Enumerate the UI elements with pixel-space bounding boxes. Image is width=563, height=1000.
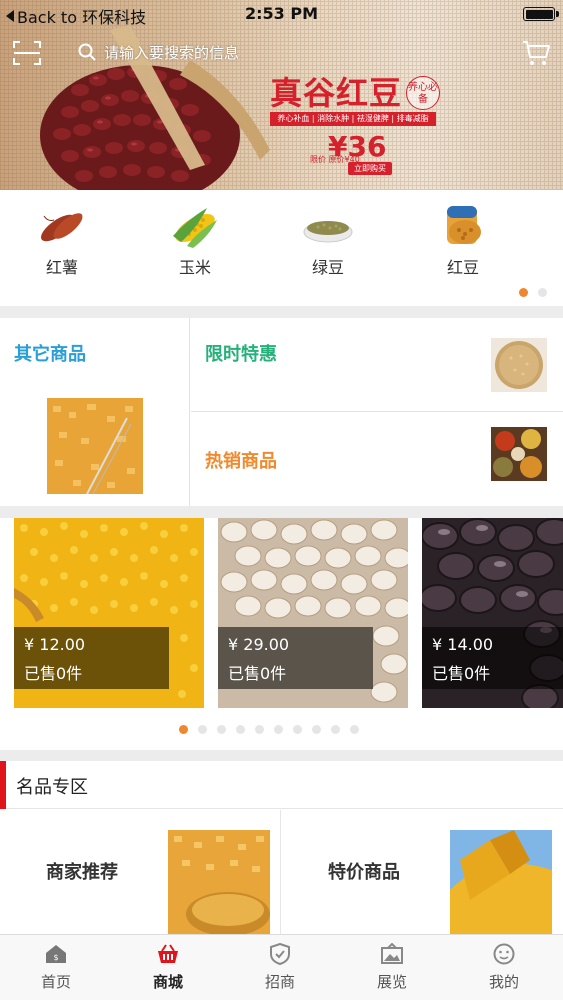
pager-dot[interactable] [255, 725, 264, 734]
tab-profile[interactable]: 我的 [448, 943, 560, 992]
pager-dot-active[interactable] [179, 725, 188, 734]
product-card[interactable]: ¥ 29.00 已售0件 [218, 518, 408, 708]
brand-zone-header: 名品专区 [0, 761, 563, 809]
bottom-tab-bar: $ 首页 商城 招商 展览 我的 [0, 934, 563, 1000]
tab-label: 招商 [264, 973, 295, 991]
tab-investment[interactable]: 招商 [224, 943, 336, 992]
millet-bowl-image [491, 338, 547, 392]
pager-dot[interactable] [293, 725, 302, 734]
shield-icon [270, 943, 290, 965]
promo-seal: 养心必备 [406, 76, 440, 110]
product-price: ¥ 29.00 [228, 635, 290, 654]
mung-bean-icon [303, 221, 353, 243]
pager-dot[interactable] [274, 725, 283, 734]
cracked-corn-image [47, 398, 143, 494]
tab-mall[interactable]: 商城 [112, 943, 224, 992]
promo-tags: 养心补血 | 消除水肿 | 祛湿健脾 | 排毒减脂 [270, 112, 436, 126]
corn-grits-image [168, 830, 270, 934]
pager-dot[interactable] [198, 725, 207, 734]
brand-zone-cards: 商家推荐 特价商品 [0, 810, 563, 934]
home-icon: $ [46, 945, 66, 963]
svg-text:$: $ [53, 953, 58, 962]
product-sold-count: 已售0件 [228, 664, 287, 683]
category-pager [519, 288, 547, 297]
special-offer-label: 特价商品 [328, 862, 400, 883]
scan-icon[interactable] [12, 40, 42, 66]
pager-dot[interactable] [236, 725, 245, 734]
pager-dot-active[interactable] [519, 288, 528, 297]
merchant-recommend-card[interactable]: 商家推荐 [0, 810, 281, 934]
product-price: ¥ 12.00 [24, 635, 86, 654]
category-red-bean[interactable]: 红豆 [418, 202, 508, 278]
brand-zone-accent-bar [0, 761, 6, 809]
category-label: 红豆 [446, 258, 479, 277]
product-sold-count: 已售0件 [24, 664, 83, 683]
product-card[interactable]: ¥ 14.00 已售0件 [422, 518, 563, 708]
search-placeholder: 请输入要搜索的信息 [104, 43, 240, 62]
exhibition-icon [381, 943, 403, 964]
cart-icon[interactable] [521, 38, 551, 68]
product-pager [179, 725, 359, 734]
tab-label: 商城 [152, 973, 183, 991]
hot-sale-title: 热销商品 [205, 451, 277, 472]
red-bean-icon [447, 206, 481, 244]
category-label: 玉米 [178, 258, 211, 277]
tab-home[interactable]: $ 首页 [0, 943, 112, 992]
category-label: 红薯 [45, 258, 78, 277]
promo-buy-button[interactable]: 立即购买 [348, 162, 392, 175]
grains-bowls-image [491, 427, 547, 481]
pager-dot[interactable] [331, 725, 340, 734]
section-divider [0, 306, 563, 318]
pager-dot[interactable] [350, 725, 359, 734]
pager-dot[interactable] [312, 725, 321, 734]
product-sold-count: 已售0件 [432, 664, 491, 683]
category-row: 红薯 玉米 绿豆 红豆 [0, 190, 563, 306]
tab-label: 我的 [488, 973, 519, 991]
tab-label: 首页 [40, 973, 71, 991]
status-time: 2:53 PM [244, 4, 318, 23]
product-card[interactable]: ¥ 12.00 已售0件 [14, 518, 204, 708]
brand-zone-title: 名品专区 [16, 777, 88, 798]
pager-dot[interactable] [538, 288, 547, 297]
category-sweet-potato[interactable]: 红薯 [17, 202, 107, 278]
tab-exhibition[interactable]: 展览 [336, 943, 448, 992]
search-bar[interactable]: 请输入要搜索的信息 [78, 38, 262, 66]
other-products-title: 其它商品 [14, 344, 86, 365]
section-divider [0, 506, 563, 518]
category-mung-bean[interactable]: 绿豆 [283, 202, 373, 278]
hot-sale-card[interactable]: 热销商品 [191, 413, 563, 507]
battery-icon [523, 7, 559, 21]
pager-dot[interactable] [217, 725, 226, 734]
promo-title: 真谷红豆 [270, 74, 403, 112]
category-label: 绿豆 [311, 258, 344, 277]
product-price: ¥ 14.00 [432, 635, 494, 654]
feature-panel: 其它商品 限时特惠 热销商品 [0, 318, 563, 506]
top-banner[interactable]: Back to 环保科技 2:53 PM 请输入要搜索的信息 真谷红豆 养心必备… [0, 0, 563, 190]
profile-face-icon [493, 943, 515, 965]
corn-icon [173, 208, 217, 248]
product-price-overlay: ¥ 29.00 已售0件 [218, 627, 373, 689]
limited-offer-title: 限时特惠 [205, 344, 277, 365]
tab-label: 展览 [376, 973, 407, 991]
special-offer-card[interactable]: 特价商品 [282, 810, 563, 934]
merchant-recommend-label: 商家推荐 [46, 862, 118, 883]
section-divider [0, 750, 563, 761]
sweet-potato-icon [40, 213, 83, 242]
other-products-card[interactable]: 其它商品 [0, 318, 190, 506]
status-bar: Back to 环保科技 2:53 PM [0, 0, 563, 30]
promo-block: 真谷红豆 养心必备 养心补血 | 消除水肿 | 祛湿健脾 | 排毒减脂 ¥36 … [270, 68, 440, 178]
mall-basket-icon [158, 944, 178, 963]
search-icon [78, 43, 96, 61]
product-price-overlay: ¥ 14.00 已售0件 [422, 627, 563, 689]
limited-offer-card[interactable]: 限时特惠 [191, 318, 563, 412]
category-corn[interactable]: 玉米 [150, 202, 240, 278]
product-carousel: ¥ 12.00 已售0件 ¥ 29.00 已售0件 ¥ 14.00 已售0件 [0, 518, 563, 750]
product-price-overlay: ¥ 12.00 已售0件 [14, 627, 169, 689]
grain-harvest-image [450, 830, 552, 934]
